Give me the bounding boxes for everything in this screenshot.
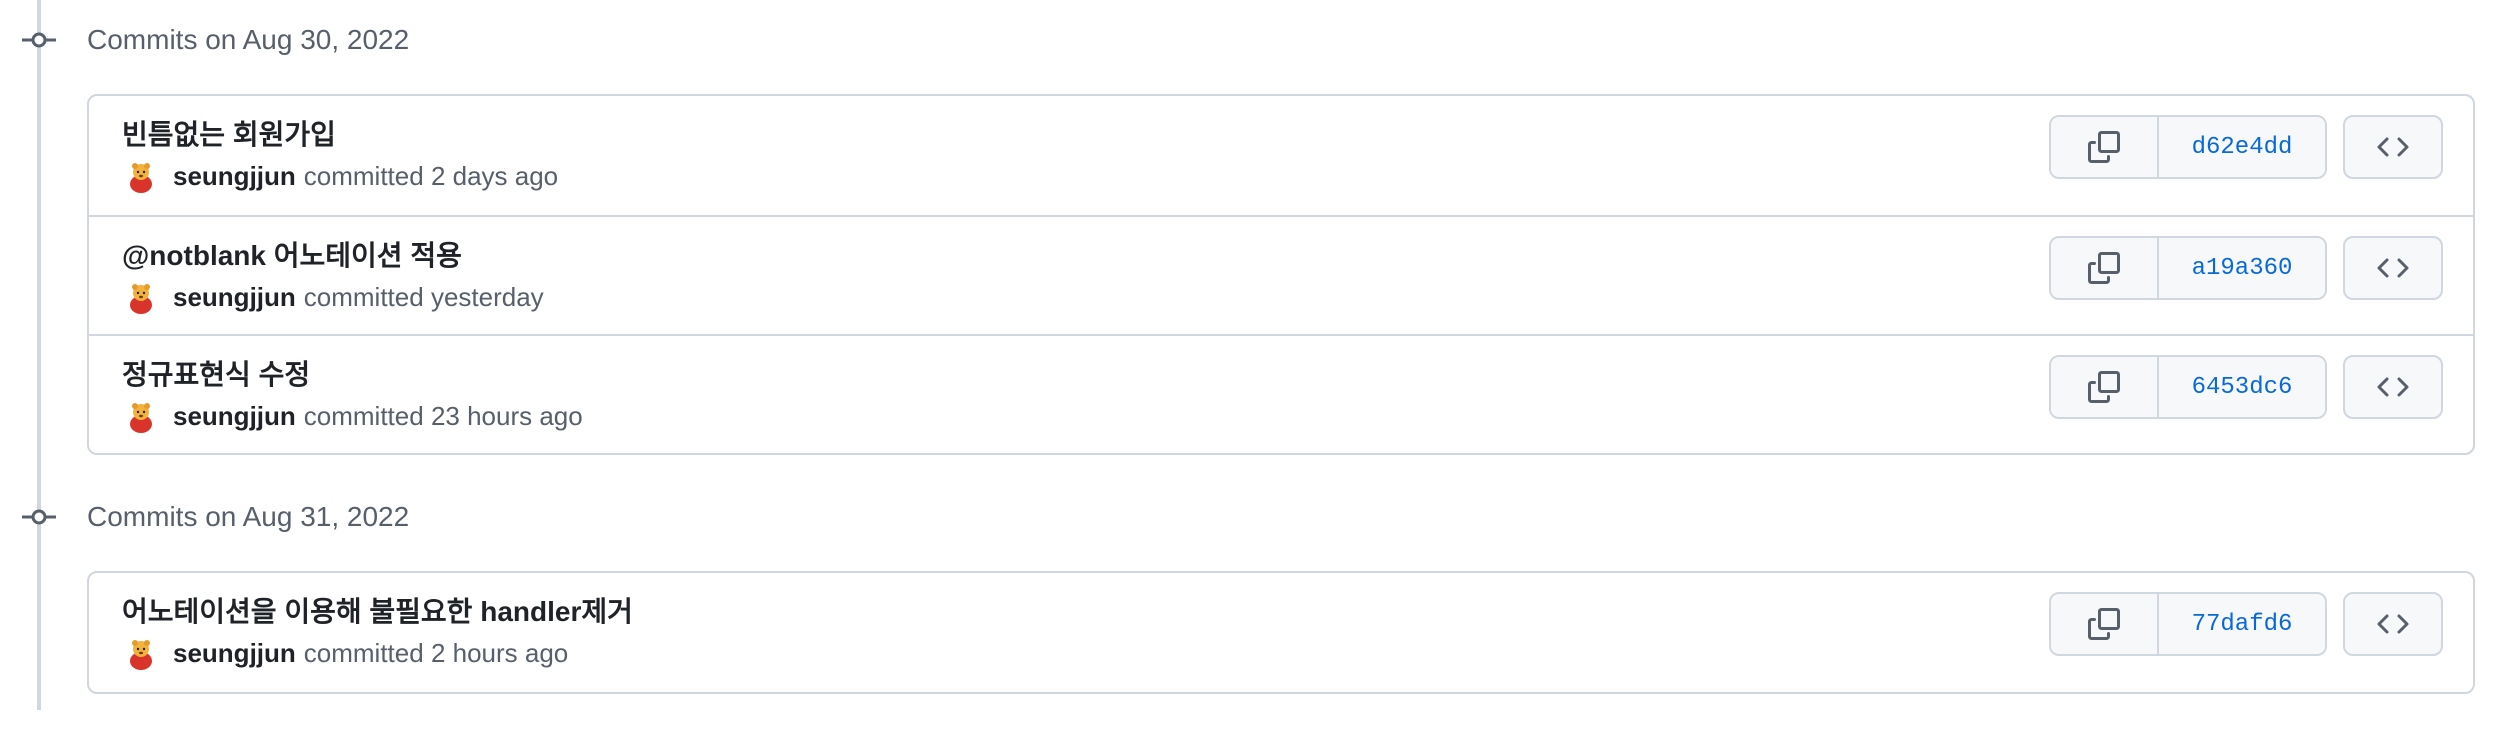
commit-actions: 6453dc6	[2049, 355, 2443, 419]
commit-row: @notblank 어노테이션 적용 seungjjun committed y…	[89, 215, 2473, 334]
commit-actions: 77dafd6	[2049, 592, 2443, 656]
commit-action: committed	[303, 281, 424, 312]
sha-button-group: d62e4dd	[2049, 115, 2327, 179]
commit-meta: seungjjun committed 23 hours ago	[125, 398, 583, 434]
commit-meta: seungjjun committed 2 days ago	[125, 158, 558, 194]
commit-sha-link[interactable]: 6453dc6	[2157, 357, 2325, 417]
commit-row: 어노테이션을 이용해 불필요한 handler제거 seungjjun comm…	[89, 573, 2473, 692]
copy-icon	[2088, 131, 2120, 163]
browse-repo-button[interactable]	[2343, 236, 2443, 300]
git-commit-icon	[22, 507, 56, 527]
commit-message-link[interactable]: 어노테이션을 이용해 불필요한 handler제거	[122, 590, 633, 630]
commit-group-title: Commits on Aug 31, 2022	[87, 501, 410, 532]
commit-group-title: Commits on Aug 30, 2022	[87, 24, 410, 55]
commit-actions: a19a360	[2049, 236, 2443, 300]
copy-sha-button[interactable]	[2051, 238, 2157, 298]
code-icon	[2377, 614, 2409, 634]
user-avatar[interactable]	[125, 635, 157, 671]
browse-repo-button[interactable]	[2343, 115, 2443, 179]
commit-action: committed	[303, 160, 424, 191]
commit-author-link[interactable]: seungjjun	[173, 282, 296, 313]
commit-sha-link[interactable]: 77dafd6	[2157, 594, 2325, 654]
commit-sha-link[interactable]: a19a360	[2157, 238, 2325, 298]
commit-row: 빈틈없는 회원가입 seungjjun committed 2 days ago…	[89, 96, 2473, 215]
copy-sha-button[interactable]	[2051, 594, 2157, 654]
browse-repo-button[interactable]	[2343, 592, 2443, 656]
copy-sha-button[interactable]	[2051, 117, 2157, 177]
sha-button-group: 6453dc6	[2049, 355, 2327, 419]
commit-time: 2 days ago	[430, 160, 559, 191]
browse-repo-button[interactable]	[2343, 355, 2443, 419]
code-icon	[2377, 377, 2409, 397]
code-icon	[2377, 137, 2409, 157]
commit-action: committed	[303, 400, 424, 431]
user-avatar[interactable]	[125, 398, 157, 434]
sha-button-group: 77dafd6	[2049, 592, 2327, 656]
commit-author-link[interactable]: seungjjun	[173, 638, 296, 669]
commit-actions: d62e4dd	[2049, 115, 2443, 179]
commit-time: 23 hours ago	[430, 400, 583, 431]
commit-list: 빈틈없는 회원가입 seungjjun committed 2 days ago…	[87, 94, 2475, 455]
commit-time: yesterday	[430, 281, 544, 312]
commit-list: 어노테이션을 이용해 불필요한 handler제거 seungjjun comm…	[87, 571, 2475, 694]
commit-meta: seungjjun committed 2 hours ago	[125, 635, 568, 671]
commit-author-link[interactable]: seungjjun	[173, 161, 296, 192]
copy-icon	[2088, 371, 2120, 403]
user-avatar[interactable]	[125, 158, 157, 194]
copy-icon	[2088, 252, 2120, 284]
copy-sha-button[interactable]	[2051, 357, 2157, 417]
commit-author-link[interactable]: seungjjun	[173, 401, 296, 432]
commit-time: 2 hours ago	[430, 637, 569, 668]
user-avatar[interactable]	[125, 279, 157, 315]
commit-message-link[interactable]: 빈틈없는 회원가입	[122, 113, 336, 153]
commit-message-link[interactable]: @notblank 어노테이션 적용	[122, 234, 462, 274]
commit-meta: seungjjun committed yesterday	[125, 279, 544, 315]
commit-action: committed	[303, 637, 424, 668]
timeline-line	[37, 0, 41, 710]
sha-button-group: a19a360	[2049, 236, 2327, 300]
git-commit-icon	[22, 30, 56, 50]
code-icon	[2377, 258, 2409, 278]
commit-row: 정규표현식 수정 seungjjun committed 23 hours ag…	[89, 334, 2473, 453]
copy-icon	[2088, 608, 2120, 640]
commit-message-link[interactable]: 정규표현식 수정	[122, 353, 310, 393]
commit-sha-link[interactable]: d62e4dd	[2157, 117, 2325, 177]
